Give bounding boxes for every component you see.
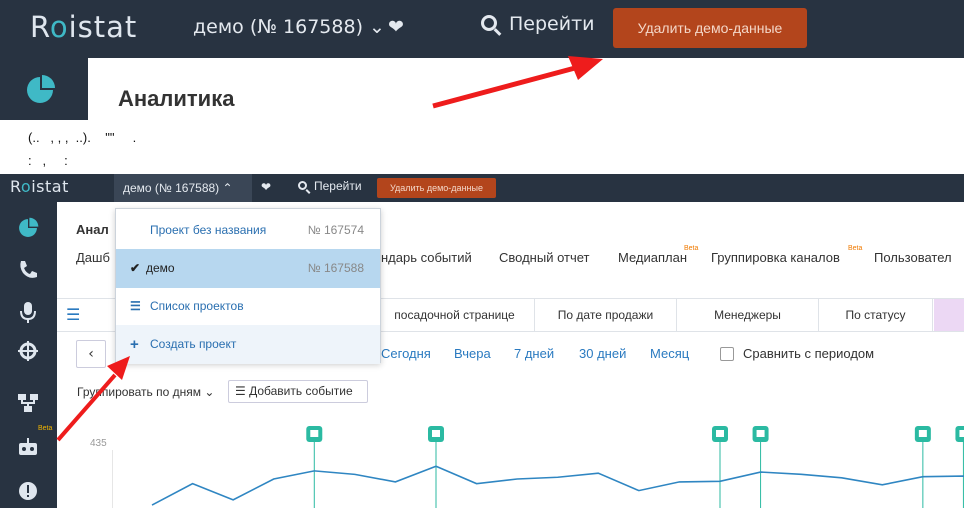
page-title: Аналитика — [118, 86, 235, 111]
analytics-chart — [112, 426, 964, 508]
app-search-icon — [298, 181, 307, 190]
project-option-number: № 167574 — [307, 223, 364, 237]
plus-icon: + — [130, 336, 139, 353]
roistat-logo[interactable]: Roistat — [30, 10, 137, 44]
compare-checkbox[interactable] — [720, 347, 734, 361]
chart-series-line — [151, 465, 964, 506]
project-dropdown: Проект без названия № 167574 ✔ демо № 16… — [115, 208, 381, 364]
project-selector[interactable]: демо (№ 167588) ⌄ — [193, 16, 385, 38]
event-marker-glyph — [918, 430, 927, 437]
group-by-select[interactable]: Группировать по дням ⌄ — [77, 385, 214, 399]
delete-demo-button[interactable]: Удалить демо-данные — [613, 8, 807, 48]
phone-icon[interactable] — [17, 259, 39, 281]
channel-grouping-beta-badge: Beta — [848, 245, 863, 252]
project-label: демо (№ 167588) — [193, 16, 363, 38]
segment-landing-page[interactable]: посадочной странице — [375, 299, 535, 331]
project-option-demo[interactable]: ✔ демо № 167588 — [116, 249, 380, 288]
tab-summary-report[interactable]: Сводный отчет — [499, 250, 590, 265]
project-list-label: Список проектов — [150, 299, 244, 313]
annotation-arrow-top — [432, 65, 576, 109]
instruction-line-1: (.. , , , ..). "" . — [28, 130, 137, 145]
segment-status[interactable]: По статусу — [819, 299, 933, 331]
event-marker-glyph — [756, 430, 765, 437]
segment-extra[interactable] — [934, 299, 964, 331]
date-7days-link[interactable]: 7 дней — [514, 346, 554, 361]
event-marker-glyph — [716, 430, 724, 437]
chevron-down-icon: ⌄ — [369, 16, 385, 38]
microphone-icon[interactable] — [18, 300, 38, 324]
media-plan-beta-badge: Beta — [684, 245, 699, 252]
project-list-link[interactable]: ☰ Список проектов — [116, 287, 380, 326]
date-today-link[interactable]: Сегодня — [381, 346, 431, 361]
target-icon[interactable] — [17, 340, 39, 362]
heart-icon[interactable]: ❤ — [388, 16, 404, 38]
app-go-link[interactable]: Перейти — [298, 179, 362, 193]
project-option-number: № 167588 — [307, 261, 364, 275]
prev-period-button[interactable]: ‹ — [76, 340, 106, 368]
create-project-label: Создать проект — [150, 337, 237, 351]
annotation-arrowhead-top — [568, 56, 603, 80]
app-delete-demo-button[interactable]: Удалить демо-данные — [377, 178, 496, 198]
tab-channel-grouping[interactable]: Группировка каналов — [711, 250, 840, 265]
project-option-unnamed[interactable]: Проект без названия № 167574 — [116, 211, 380, 250]
instruction-line-2: : , : — [28, 153, 68, 168]
date-month-link[interactable]: Месяц — [650, 346, 689, 361]
alert-icon[interactable] — [17, 480, 39, 502]
project-option-name: Проект без названия — [150, 223, 267, 237]
bot-beta-badge: Beta — [38, 425, 53, 432]
list-icon: ☰ — [130, 299, 141, 313]
event-marker-glyph — [432, 430, 440, 437]
y-axis-tick: 435 — [90, 438, 107, 449]
tab-media-plan[interactable]: Медиаплан — [618, 250, 687, 265]
tab-event-calendar[interactable]: ндарь событий — [381, 250, 472, 265]
sidebar-analytics-icon[interactable] — [17, 217, 39, 239]
date-30days-link[interactable]: 30 дней — [579, 346, 626, 361]
event-marker-glyph — [310, 430, 319, 437]
add-event-button[interactable]: ☰ Добавить событие — [228, 380, 368, 403]
tab-dashboard[interactable]: Дашб — [76, 250, 110, 265]
search-icon — [481, 15, 497, 31]
segment-sale-date[interactable]: По дате продажи — [535, 299, 677, 331]
event-marker-glyph — [959, 430, 964, 437]
create-project-link[interactable]: + Создать проект — [116, 325, 380, 364]
go-label: Перейти — [509, 13, 595, 35]
project-option-name: демо — [146, 261, 175, 275]
bot-icon[interactable] — [17, 436, 39, 458]
hierarchy-icon[interactable] — [17, 392, 39, 414]
tab-users[interactable]: Пользовател — [874, 250, 952, 265]
app-project-selector[interactable]: демо (№ 167588) ⌃ — [114, 174, 252, 202]
segment-managers[interactable]: Менеджеры — [677, 299, 819, 331]
app-logo[interactable]: Roistat — [10, 177, 69, 196]
list-icon[interactable]: ☰ — [66, 305, 80, 324]
compare-label: Сравнить с периодом — [743, 346, 875, 361]
app-go-label: Перейти — [314, 179, 362, 193]
app-heart-icon[interactable]: ❤ — [261, 180, 271, 194]
check-icon: ✔ — [130, 261, 141, 275]
date-yesterday-link[interactable]: Вчера — [454, 346, 491, 361]
analytics-heading: Анал — [76, 222, 109, 237]
pie-chart-icon[interactable] — [24, 74, 56, 106]
go-link[interactable]: Перейти — [481, 13, 595, 35]
